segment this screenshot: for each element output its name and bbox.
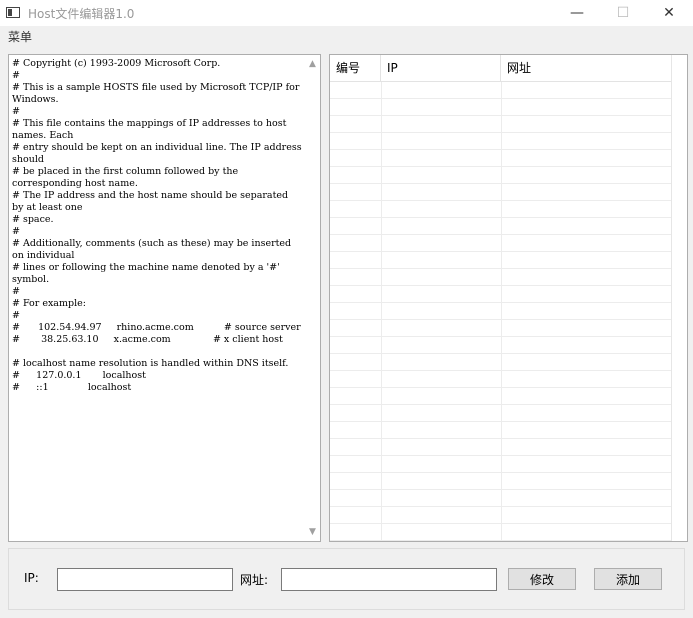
close-button[interactable]: ✕ (646, 0, 692, 26)
table-body[interactable] (330, 82, 673, 541)
hosts-editor-scrollbar[interactable]: ▲ ▼ (305, 55, 320, 541)
minimize-button[interactable]: — (554, 0, 600, 26)
ip-label: IP: (24, 571, 39, 585)
hosts-file-text[interactable]: # Copyright (c) 1993-2009 Microsoft Corp… (12, 58, 302, 394)
app-icon (6, 7, 20, 18)
table-scrollbar[interactable] (671, 55, 687, 541)
hosts-file-editor[interactable]: # Copyright (c) 1993-2009 Microsoft Corp… (8, 54, 321, 542)
table-header: 编号 IP 网址 (330, 55, 673, 82)
scroll-down-icon[interactable]: ▼ (305, 525, 320, 539)
url-label: 网址: (240, 573, 269, 587)
ip-input[interactable] (57, 568, 233, 591)
maximize-button[interactable]: ☐ (600, 0, 646, 26)
column-header-number[interactable]: 编号 (330, 55, 381, 81)
edit-button[interactable]: 修改 (508, 568, 576, 590)
menu-item-menu[interactable]: 菜单 (8, 28, 32, 45)
host-entries-table[interactable]: 编号 IP 网址 (329, 54, 688, 542)
column-header-ip[interactable]: IP (381, 55, 501, 81)
column-header-url[interactable]: 网址 (501, 55, 673, 81)
scroll-up-icon[interactable]: ▲ (305, 57, 320, 71)
add-button[interactable]: 添加 (594, 568, 662, 590)
window-title: Host文件编辑器1.0 (28, 7, 135, 21)
url-input[interactable] (281, 568, 497, 591)
menu-bar: 菜单 (0, 26, 693, 46)
title-bar: Host文件编辑器1.0 — ☐ ✕ (0, 0, 693, 26)
